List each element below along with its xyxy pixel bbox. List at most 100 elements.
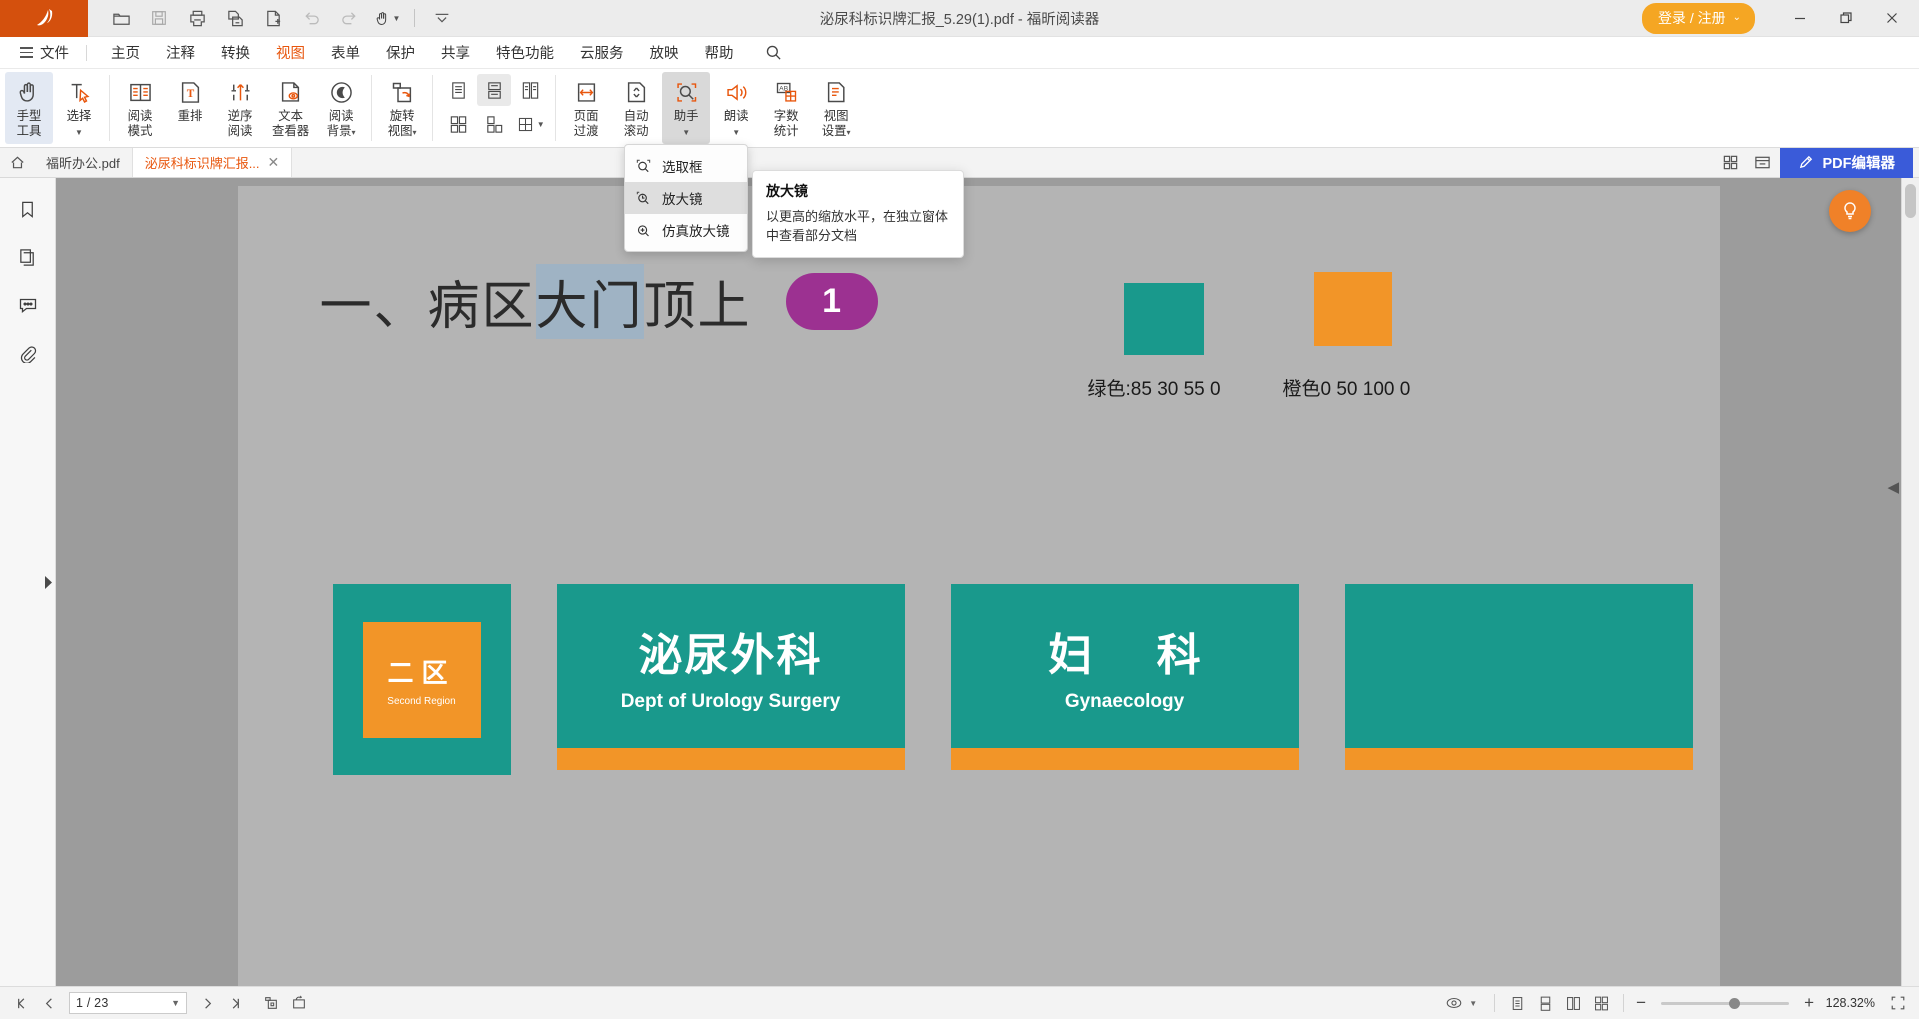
view-mode-chevron-icon[interactable]: ▼: [1469, 999, 1477, 1008]
view-mode-button[interactable]: [1441, 990, 1467, 1016]
ribbon-select-button[interactable]: 选择 ▼: [55, 72, 103, 144]
menu-divider: [86, 44, 87, 61]
ribbon-word-count-button[interactable]: AB 字数 统计: [762, 72, 810, 144]
minimize-button[interactable]: [1777, 0, 1823, 37]
print-icon[interactable]: [178, 2, 216, 34]
pdf-page: 一、病区 大门 顶上 1 绿色:85 30 55 0 橙色0 50 100 0 …: [237, 186, 1720, 986]
ribbon-word-count-label: 字数 统计: [773, 109, 799, 138]
tab-foxit-office[interactable]: 福昕办公.pdf: [34, 148, 133, 177]
ribbon-auto-scroll-label: 自动 滚动: [623, 109, 649, 138]
two-page-icon[interactable]: [513, 74, 547, 106]
menu-item-form[interactable]: 表单: [318, 38, 373, 67]
close-button[interactable]: [1869, 0, 1915, 37]
ribbon-read-aloud-button[interactable]: 朗读 ▼: [712, 72, 760, 144]
zoom-level-value[interactable]: 128.32%: [1819, 996, 1875, 1010]
ribbon-read-mode-button[interactable]: 阅读 模式: [116, 72, 164, 144]
search-icon[interactable]: [757, 42, 790, 63]
ribbon-read-background-label: 阅读 背景▾: [326, 109, 356, 138]
vertical-scrollbar[interactable]: [1901, 178, 1919, 986]
ribbon-view-settings-label: 视图 设置▾: [821, 109, 851, 138]
save-icon[interactable]: [140, 2, 178, 34]
facing-status-button[interactable]: [1560, 990, 1586, 1016]
continuous-status-button[interactable]: [1532, 990, 1558, 1016]
ribbon-text-viewer-button[interactable]: 文本 查看器: [266, 72, 315, 144]
pdf-editor-button[interactable]: PDF编辑器: [1779, 147, 1913, 178]
ribbon-auto-scroll-button[interactable]: 自动 滚动: [612, 72, 660, 144]
chevron-down-icon[interactable]: ▼: [171, 998, 180, 1008]
open-icon[interactable]: [102, 2, 140, 34]
menu-item-share[interactable]: 共享: [428, 38, 483, 67]
slide-heading: 一、病区 大门 顶上 1: [320, 264, 878, 339]
ribbon-reverse-read-button[interactable]: 逆序 阅读: [216, 72, 264, 144]
sign-green-bar: 妇 科 Gynaecology: [950, 584, 1299, 748]
split-tabs-icon[interactable]: [1748, 151, 1778, 175]
facing-cont-status-button[interactable]: [1588, 990, 1614, 1016]
last-page-button[interactable]: [222, 990, 248, 1016]
separate-cover-icon[interactable]: [477, 108, 511, 140]
close-icon[interactable]: ✕: [268, 154, 280, 171]
menu-item-features[interactable]: 特色功能: [483, 38, 567, 67]
zoom-out-button[interactable]: −: [1633, 993, 1649, 1013]
split-view-icon[interactable]: ▼: [513, 108, 547, 140]
ribbon-rotate-view-button[interactable]: 旋转 视图▾: [378, 72, 426, 144]
signage-row: 二区 Second Region 泌尿外科 Dept of Urology Su…: [332, 584, 1693, 775]
ribbon-hand-tool-button[interactable]: 手型 工具: [5, 72, 53, 144]
more-chevron-icon[interactable]: [423, 2, 461, 34]
menu-item-comment[interactable]: 注释: [153, 38, 208, 67]
menu-item-protect[interactable]: 保护: [373, 38, 428, 67]
hand-tool-icon[interactable]: ▼: [368, 2, 406, 34]
zoom-slider-knob[interactable]: [1729, 997, 1741, 1009]
magnifier-icon: [636, 191, 649, 204]
ribbon-toolbar: 手型 工具 选择 ▼ 阅读 模式 T 重排 逆序 阅读 文本 查看器 阅读 背景…: [0, 69, 1919, 148]
next-page-button[interactable]: [194, 990, 220, 1016]
menu-item-home[interactable]: 主页: [98, 38, 153, 67]
prev-page-button[interactable]: [36, 990, 62, 1016]
menu-item-loupe[interactable]: 仿真放大镜: [625, 214, 747, 246]
menu-item-convert[interactable]: 转换: [208, 38, 263, 67]
snapshot-button[interactable]: [258, 990, 284, 1016]
ribbon-reflow-button[interactable]: T 重排: [166, 72, 214, 144]
new-page-icon[interactable]: [254, 2, 292, 34]
ribbon-assistant-button[interactable]: 助手 ▼: [662, 72, 711, 144]
read-mode-icon: [127, 76, 154, 108]
document-canvas[interactable]: 一、病区 大门 顶上 1 绿色:85 30 55 0 橙色0 50 100 0 …: [56, 178, 1901, 986]
helper-lightbulb-button[interactable]: [1829, 190, 1871, 232]
menu-item-file[interactable]: 文件: [14, 42, 75, 63]
menu-item-present[interactable]: 放映: [637, 38, 692, 67]
expand-panel-icon[interactable]: [42, 573, 54, 591]
maximize-restore-button[interactable]: [1823, 0, 1869, 37]
zoom-slider[interactable]: [1661, 997, 1790, 1009]
rotate-view-icon: [389, 76, 416, 108]
collapse-right-icon[interactable]: ◀: [1887, 478, 1899, 496]
page-number-input[interactable]: 1 / 23 ▼: [69, 992, 187, 1014]
assistant-dropdown-menu[interactable]: 选取框 放大镜 仿真放大镜: [624, 144, 748, 252]
menu-item-help[interactable]: 帮助: [692, 38, 747, 67]
ribbon-page-transition-button[interactable]: 页面 过渡: [562, 72, 610, 144]
first-page-button[interactable]: [8, 990, 34, 1016]
two-page-cont-icon[interactable]: [441, 108, 475, 140]
login-register-button[interactable]: 登录 / 注册 ⌄: [1641, 2, 1755, 34]
copy-page-icon[interactable]: [216, 2, 254, 34]
pages-panel-button[interactable]: [8, 238, 48, 276]
bookmarks-panel-button[interactable]: [8, 190, 48, 228]
rotate-page-button[interactable]: [286, 990, 312, 1016]
menu-item-magnifier[interactable]: 放大镜: [625, 182, 747, 214]
home-tab-icon[interactable]: [0, 148, 34, 177]
continuous-page-icon[interactable]: [477, 74, 512, 106]
reverse-read-icon: [227, 76, 254, 108]
ribbon-read-background-button[interactable]: 阅读 背景▾: [317, 72, 365, 144]
ribbon-view-settings-button[interactable]: 视图 设置▾: [812, 72, 860, 144]
fullscreen-button[interactable]: [1885, 990, 1911, 1016]
tab-urology-signage[interactable]: 泌尿科标识牌汇报... ✕: [132, 148, 293, 177]
grid-view-icon[interactable]: [1716, 151, 1746, 175]
scrollbar-thumb[interactable]: [1905, 184, 1916, 218]
comments-panel-button[interactable]: [8, 286, 48, 324]
attachments-panel-button[interactable]: [8, 334, 48, 372]
zoom-in-button[interactable]: +: [1801, 993, 1817, 1013]
menu-item-marquee-zoom[interactable]: 选取框: [625, 150, 747, 182]
menu-item-cloud[interactable]: 云服务: [567, 38, 637, 67]
single-page-status-button[interactable]: [1504, 990, 1530, 1016]
left-panel-bar: [0, 178, 56, 986]
menu-item-view[interactable]: 视图: [263, 38, 318, 67]
single-page-icon[interactable]: [441, 74, 475, 106]
